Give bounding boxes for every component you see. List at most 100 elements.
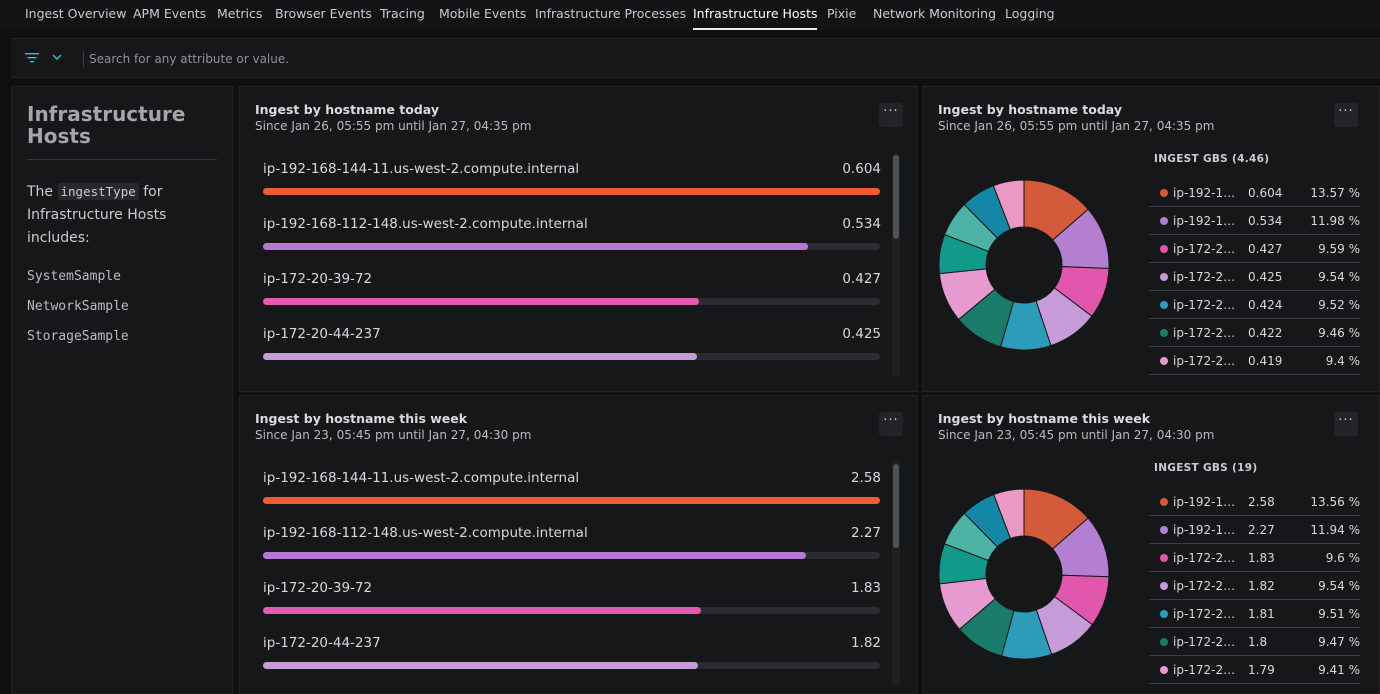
- legend-swatch: [1160, 245, 1168, 253]
- legend-swatch: [1160, 610, 1168, 618]
- legend-item[interactable]: ip-192-168-144-11.us-west-2.compute.inte…: [1149, 488, 1360, 516]
- tab-mobile-events[interactable]: Mobile Events: [439, 0, 526, 30]
- legend-swatch: [1160, 357, 1168, 365]
- bar-track: [263, 188, 880, 195]
- widget-subtitle: Since Jan 23, 05:45 pm until Jan 27, 04:…: [255, 428, 532, 442]
- tab-logging[interactable]: Logging: [1005, 0, 1055, 30]
- widget-menu-button[interactable]: ···: [879, 103, 903, 127]
- legend-value: 1.81: [1248, 607, 1275, 621]
- search-input[interactable]: [89, 49, 989, 69]
- chevron-down-icon[interactable]: [51, 51, 63, 63]
- legend-value: 2.58: [1248, 495, 1275, 509]
- bar-label: ip-192-168-112-148.us-west-2.compute.int…: [263, 525, 588, 541]
- bar-row[interactable]: ip-192-168-144-11.us-west-2.compute.inte…: [263, 154, 881, 209]
- legend-percent: 13.57 %: [1310, 186, 1360, 200]
- tab-ingest-overview[interactable]: Ingest Overview: [25, 0, 126, 30]
- tab-tracing[interactable]: Tracing: [380, 0, 425, 30]
- bar: [263, 353, 698, 360]
- widget-title: Ingest by hostname today: [938, 102, 1122, 117]
- donut-chart: [938, 488, 1110, 660]
- scrollbar[interactable]: [892, 153, 900, 377]
- widget-menu-button[interactable]: ···: [879, 412, 903, 436]
- legend-item[interactable]: ip-172-20-xx 0.419 9.4 %: [1149, 347, 1360, 375]
- bar-row[interactable]: ip-172-20-44-237 0.425: [263, 319, 881, 374]
- legend-name: ip-192-168-112-148.us-west-2.compute.int…: [1173, 523, 1239, 537]
- legend-percent: 9.54 %: [1318, 579, 1360, 593]
- tab-infrastructure-processes[interactable]: Infrastructure Processes: [535, 0, 686, 30]
- bar-value: 0.427: [842, 271, 881, 287]
- legend-item[interactable]: ip-172-20-xx 0.424 9.52 %: [1149, 291, 1360, 319]
- bar-label: ip-192-168-144-11.us-west-2.compute.inte…: [263, 470, 580, 486]
- bar: [263, 243, 809, 250]
- bar-value: 1.82: [850, 635, 881, 651]
- bar-value: 0.534: [842, 216, 881, 232]
- bar-row[interactable]: ip-192-168-112-148.us-west-2.compute.int…: [263, 518, 881, 573]
- tab-browser-events[interactable]: Browser Events: [275, 0, 372, 30]
- legend-title: INGEST GBS (19): [1154, 462, 1258, 474]
- widget-title: Ingest by hostname this week: [938, 411, 1151, 426]
- bar-track: [263, 552, 880, 559]
- bar-label: ip-172-20-44-237: [263, 635, 381, 651]
- legend-item[interactable]: ip-172-20-44-237 0.425 9.54 %: [1149, 263, 1360, 291]
- tab-infrastructure-hosts[interactable]: Infrastructure Hosts: [693, 0, 818, 30]
- tab-apm-events[interactable]: APM Events: [133, 0, 206, 30]
- legend-item[interactable]: ip-172-20-39-72 1.83 9.6 %: [1149, 544, 1360, 572]
- legend-percent: 11.98 %: [1310, 214, 1360, 228]
- legend-percent: 9.4 %: [1325, 354, 1360, 368]
- legend-swatch: [1160, 666, 1168, 674]
- bar: [263, 662, 699, 669]
- legend-value: 0.427: [1248, 242, 1283, 256]
- legend-value: 0.425: [1248, 270, 1283, 284]
- legend-item[interactable]: ip-172-20-39-72 0.427 9.59 %: [1149, 235, 1360, 263]
- widget-menu-button[interactable]: ···: [1334, 412, 1358, 436]
- bar-value: 0.425: [842, 326, 881, 342]
- ingest-today-bar-widget: Ingest by hostname today Since Jan 26, 0…: [239, 86, 918, 392]
- legend-value: 1.8: [1248, 635, 1268, 649]
- legend-name: ip-172-20-xx: [1173, 635, 1239, 649]
- filter-bar: [11, 38, 1380, 78]
- scrollbar[interactable]: [892, 462, 900, 686]
- dashboard-tabs: Ingest Overview APM Events Metrics Brows…: [0, 0, 1380, 30]
- legend-item[interactable]: ip-172-20-xx 1.79 9.41 %: [1149, 656, 1360, 684]
- bar-row[interactable]: ip-172-20-39-72 0.427: [263, 264, 881, 319]
- bar: [263, 552, 806, 559]
- legend-percent: 13.56 %: [1310, 495, 1360, 509]
- widget-menu-button[interactable]: ···: [1334, 103, 1358, 127]
- legend-name: ip-192-168-144-11.us-west-2.compute.inte…: [1173, 495, 1239, 509]
- legend-item[interactable]: ip-192-168-112-148.us-west-2.compute.int…: [1149, 516, 1360, 544]
- markdown-panel: Infrastructure Hosts The ingestType for …: [11, 86, 233, 694]
- legend-percent: 9.46 %: [1318, 326, 1360, 340]
- bar-value: 0.604: [842, 161, 881, 177]
- tab-pixie[interactable]: Pixie: [827, 0, 856, 30]
- legend-name: ip-172-20-44-237: [1173, 270, 1239, 284]
- bar-track: [263, 298, 880, 305]
- legend-value: 0.422: [1248, 326, 1283, 340]
- bar-label: ip-172-20-39-72: [263, 271, 373, 287]
- legend-item[interactable]: ip-192-168-144-11.us-west-2.compute.inte…: [1149, 179, 1360, 207]
- scrollbar-thumb[interactable]: [893, 464, 899, 548]
- legend-item[interactable]: ip-172-20-xx 1.81 9.51 %: [1149, 600, 1360, 628]
- legend-item[interactable]: ip-172-20-44-237 1.82 9.54 %: [1149, 572, 1360, 600]
- tab-network-monitoring[interactable]: Network Monitoring: [873, 0, 996, 30]
- filter-icon[interactable]: [25, 52, 39, 64]
- inline-code: ingestType: [57, 183, 139, 200]
- panel-title: Infrastructure Hosts: [27, 103, 217, 160]
- bar-label: ip-192-168-112-148.us-west-2.compute.int…: [263, 216, 588, 232]
- scrollbar-thumb[interactable]: [893, 155, 899, 239]
- legend-swatch: [1160, 638, 1168, 646]
- bar-row[interactable]: ip-172-20-39-72 1.83: [263, 573, 881, 628]
- legend-swatch: [1160, 301, 1168, 309]
- tab-metrics[interactable]: Metrics: [217, 0, 262, 30]
- legend-item[interactable]: ip-172-20-xx 1.8 9.47 %: [1149, 628, 1360, 656]
- legend-item[interactable]: ip-192-168-112-148.us-west-2.compute.int…: [1149, 207, 1360, 235]
- legend-item[interactable]: ip-172-20-xx 0.422 9.46 %: [1149, 319, 1360, 347]
- legend-value: 2.27: [1248, 523, 1275, 537]
- legend-name: ip-172-20-xx: [1173, 663, 1239, 677]
- legend-value: 0.534: [1248, 214, 1283, 228]
- legend-name: ip-192-168-144-11.us-west-2.compute.inte…: [1173, 186, 1239, 200]
- bar-list: ip-192-168-144-11.us-west-2.compute.inte…: [263, 154, 881, 374]
- bar-row[interactable]: ip-192-168-112-148.us-west-2.compute.int…: [263, 209, 881, 264]
- legend-value: 0.424: [1248, 298, 1283, 312]
- bar-row[interactable]: ip-172-20-44-237 1.82: [263, 628, 881, 683]
- bar-row[interactable]: ip-192-168-144-11.us-west-2.compute.inte…: [263, 463, 881, 518]
